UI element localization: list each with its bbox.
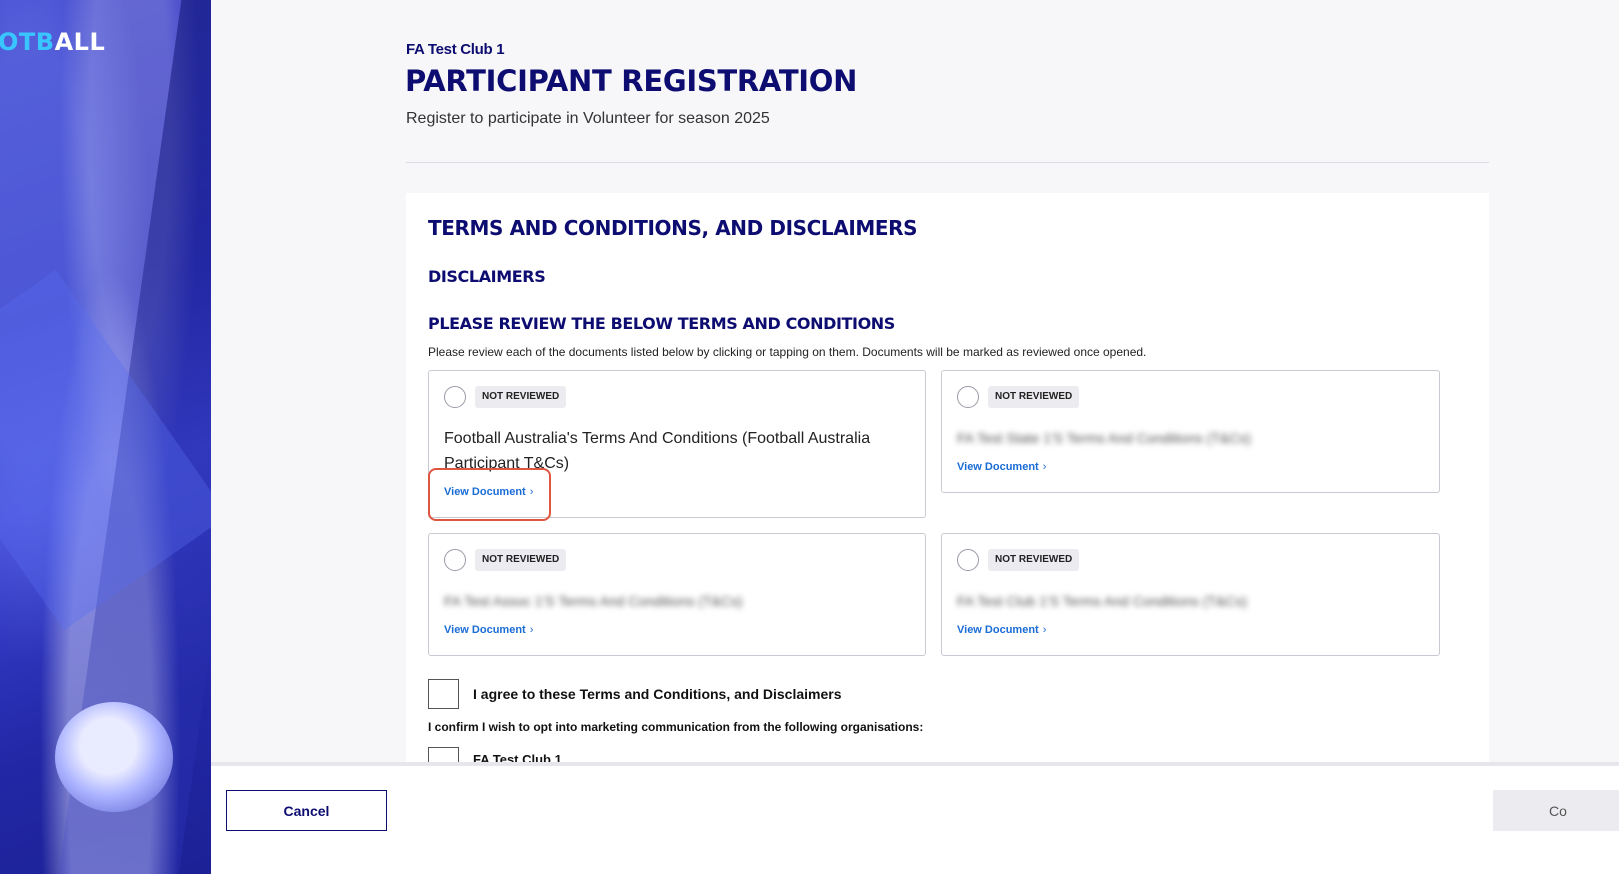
- footer-bar: Cancel Co: [211, 762, 1619, 874]
- disclaimers-heading: DISCLAIMERS: [428, 267, 546, 286]
- review-instructions: Please review each of the documents list…: [428, 345, 1147, 359]
- status-badge: NOT REVIEWED: [475, 549, 567, 571]
- radio-circle-icon: [444, 549, 466, 571]
- view-document-link[interactable]: View Document ›: [444, 624, 533, 636]
- cancel-button[interactable]: Cancel: [226, 790, 387, 831]
- view-document-label: View Document: [444, 624, 526, 636]
- main-content: FA Test Club 1 PARTICIPANT REGISTRATION …: [211, 0, 1619, 874]
- chevron-right-icon: ›: [1042, 461, 1047, 473]
- highlight-annotation: [428, 468, 551, 521]
- review-heading: PLEASE REVIEW THE BELOW TERMS AND CONDIT…: [428, 314, 895, 333]
- view-document-label: View Document: [957, 624, 1039, 636]
- page-subtitle: Register to participate in Volunteer for…: [406, 110, 770, 127]
- view-document-link[interactable]: View Document ›: [957, 461, 1046, 473]
- radio-circle-icon: [957, 549, 979, 571]
- marketing-label: I confirm I wish to opt into marketing c…: [428, 720, 924, 734]
- status-badge: NOT REVIEWED: [988, 549, 1080, 571]
- continue-button[interactable]: Co: [1493, 790, 1619, 831]
- view-document-label: View Document: [957, 461, 1039, 473]
- agree-checkbox[interactable]: [428, 679, 459, 709]
- document-card[interactable]: NOT REVIEWED FA Test State 1'S Terms And…: [941, 370, 1440, 493]
- chevron-right-icon: ›: [1042, 624, 1047, 636]
- section-title: TERMS AND CONDITIONS, AND DISCLAIMERS: [428, 216, 918, 240]
- radio-circle-icon: [957, 386, 979, 408]
- document-title: FA Test Club 1'S Terms And Conditions (T…: [957, 593, 1248, 609]
- hero-image-panel: OTBALL: [0, 0, 211, 874]
- football-image: [55, 702, 173, 812]
- status-badge: NOT REVIEWED: [475, 386, 567, 408]
- club-name: FA Test Club 1: [406, 41, 505, 58]
- view-document-link[interactable]: View Document ›: [957, 624, 1046, 636]
- divider: [406, 162, 1489, 163]
- radio-circle-icon: [444, 386, 466, 408]
- status-badge: NOT REVIEWED: [988, 386, 1080, 408]
- document-title: FA Test Assoc 1'S Terms And Conditions (…: [444, 593, 743, 609]
- document-title: FA Test State 1'S Terms And Conditions (…: [957, 430, 1251, 446]
- agree-label: I agree to these Terms and Conditions, a…: [473, 686, 842, 702]
- chevron-right-icon: ›: [529, 624, 534, 636]
- document-card[interactable]: NOT REVIEWED FA Test Club 1'S Terms And …: [941, 533, 1440, 656]
- page-title: PARTICIPANT REGISTRATION: [405, 64, 858, 98]
- document-card[interactable]: NOT REVIEWED FA Test Assoc 1'S Terms And…: [428, 533, 926, 656]
- registration-page: OTBALL FA Test Club 1 PARTICIPANT REGIST…: [0, 0, 1619, 874]
- marketing-org-label: FA Test Club 1: [473, 752, 562, 762]
- football-logo: OTBALL: [0, 28, 106, 56]
